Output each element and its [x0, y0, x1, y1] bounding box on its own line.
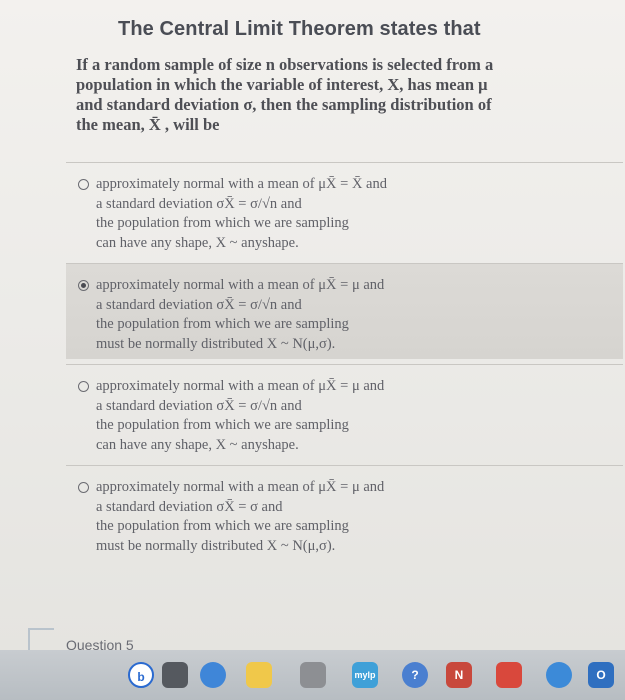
- outlook-icon[interactable]: O: [588, 662, 614, 688]
- app-mylp-icon[interactable]: mylp: [352, 662, 378, 688]
- option-line: approximately normal with a mean of μX̄ …: [96, 176, 387, 192]
- answer-option-b[interactable]: approximately normal with a mean of μX̄ …: [66, 263, 623, 359]
- finder-icon[interactable]: [162, 662, 188, 688]
- question-title: The Central Limit Theorem states that: [118, 18, 481, 40]
- chrome-icon[interactable]: [546, 662, 572, 688]
- question-stem: If a random sample of size n observation…: [76, 55, 516, 135]
- option-line: a standard deviation σX̄ = σ and: [96, 498, 283, 515]
- browser-b-icon[interactable]: b: [128, 662, 154, 688]
- option-line: the population from which we are samplin…: [96, 215, 349, 231]
- radio-button-b-selected[interactable]: [78, 280, 89, 291]
- app-red-icon[interactable]: [496, 662, 522, 688]
- radio-button-d[interactable]: [78, 482, 89, 493]
- dock: b mylp ? N O: [0, 650, 625, 700]
- app-n-icon[interactable]: N: [446, 662, 472, 688]
- option-line: a standard deviation σX̄ = σ/√n and: [96, 195, 302, 212]
- question-header: The Central Limit Theorem states that If…: [76, 18, 596, 135]
- stem-line: the mean, X̄ , will be: [76, 115, 220, 134]
- option-line: the population from which we are samplin…: [96, 518, 349, 534]
- answer-options: approximately normal with a mean of μX̄ …: [66, 162, 623, 561]
- option-line: a standard deviation σX̄ = σ/√n and: [96, 397, 302, 414]
- stem-line: population in which the variable of inte…: [76, 75, 488, 94]
- option-line: the population from which we are samplin…: [96, 417, 349, 433]
- quiz-page: The Central Limit Theorem states that If…: [0, 0, 625, 700]
- option-line: must be normally distributed X ~ N(μ,σ).: [96, 335, 336, 352]
- stem-line: and standard deviation σ, then the sampl…: [76, 95, 492, 114]
- answer-option-c[interactable]: approximately normal with a mean of μX̄ …: [66, 364, 623, 460]
- answer-option-a[interactable]: approximately normal with a mean of μX̄ …: [66, 162, 623, 258]
- stem-line: If a random sample of size n observation…: [76, 55, 494, 74]
- option-line: must be normally distributed X ~ N(μ,σ).: [96, 537, 336, 554]
- option-line: a standard deviation σX̄ = σ/√n and: [96, 296, 302, 313]
- radio-button-a[interactable]: [78, 179, 89, 190]
- notes-icon[interactable]: [246, 662, 272, 688]
- messages-icon[interactable]: [200, 662, 226, 688]
- calculator-icon[interactable]: [300, 662, 326, 688]
- radio-button-c[interactable]: [78, 381, 89, 392]
- option-line: can have any shape, X ~ anyshape.: [96, 436, 299, 453]
- option-line: can have any shape, X ~ anyshape.: [96, 234, 299, 251]
- option-line: the population from which we are samplin…: [96, 316, 349, 332]
- option-line: approximately normal with a mean of μX̄ …: [96, 277, 385, 293]
- help-icon[interactable]: ?: [402, 662, 428, 688]
- question-bracket-decoration: [28, 628, 54, 652]
- option-line: approximately normal with a mean of μX̄ …: [96, 479, 385, 495]
- answer-option-d[interactable]: approximately normal with a mean of μX̄ …: [66, 465, 623, 561]
- option-line: approximately normal with a mean of μX̄ …: [96, 378, 385, 394]
